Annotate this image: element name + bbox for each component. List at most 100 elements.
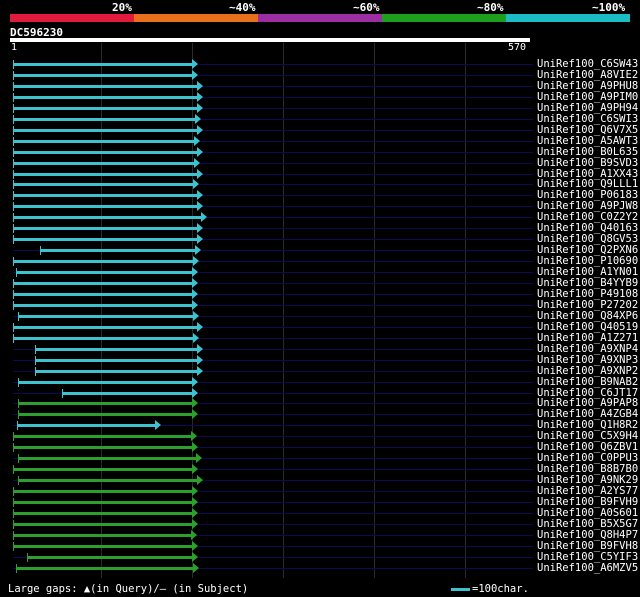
hit-alignment-bar[interactable] xyxy=(26,555,194,559)
hit-alignment-bar[interactable] xyxy=(13,139,196,143)
hit-start-cap xyxy=(34,355,36,365)
hit-arrow-icon xyxy=(196,91,203,102)
hit-start-cap xyxy=(13,322,14,332)
hit-alignment-bar[interactable] xyxy=(13,336,195,340)
hit-row[interactable]: UniRef100_B0L635 xyxy=(0,146,640,158)
hit-start-cap xyxy=(18,454,20,464)
hit-arrow-icon xyxy=(196,80,203,91)
hit-label[interactable]: UniRef100_B9NAB2 xyxy=(537,376,638,388)
hit-alignment-bar[interactable] xyxy=(34,358,198,362)
hit-arrow-icon xyxy=(196,168,203,179)
hit-row[interactable]: UniRef100_A6MZV5 xyxy=(0,562,640,574)
hit-start-cap xyxy=(18,476,20,486)
hit-alignment-bar[interactable] xyxy=(13,73,194,77)
hit-arrow-icon xyxy=(192,267,199,278)
hit-alignment-bar[interactable] xyxy=(34,369,198,373)
hit-start-cap xyxy=(13,432,14,442)
hit-alignment-bar[interactable] xyxy=(13,183,195,187)
hit-arrow-icon xyxy=(192,540,199,551)
hit-alignment-bar[interactable] xyxy=(18,457,197,461)
hit-alignment-bar[interactable] xyxy=(13,216,203,220)
hit-start-cap xyxy=(13,81,14,91)
hit-alignment-bar[interactable] xyxy=(18,380,194,384)
hit-alignment-bar[interactable] xyxy=(62,391,194,395)
footer-gap-legend: Large gaps: ▲(in Query)/— (in Subject) xyxy=(8,583,249,595)
hit-alignment-bar[interactable] xyxy=(13,303,194,307)
hit-alignment-bar[interactable] xyxy=(13,490,194,494)
hit-arrow-icon xyxy=(192,486,199,497)
hit-start-cap xyxy=(13,70,14,80)
hit-row[interactable]: UniRef100_A9XNP3 xyxy=(0,354,640,366)
hit-start-cap xyxy=(13,257,14,267)
hit-alignment-bar[interactable] xyxy=(13,501,194,504)
hit-arrow-icon xyxy=(196,475,203,486)
hit-alignment-bar[interactable] xyxy=(18,479,198,483)
hit-alignment-bar[interactable] xyxy=(13,260,195,264)
hit-alignment-bar[interactable] xyxy=(13,172,198,176)
hit-arrow-icon xyxy=(192,398,199,409)
hit-alignment-bar[interactable] xyxy=(13,238,198,242)
hit-row[interactable]: UniRef100_A9XNP2 xyxy=(0,365,640,377)
hit-alignment-bar[interactable] xyxy=(18,413,194,417)
hit-alignment-bar[interactable] xyxy=(15,271,194,275)
hit-alignment-bar[interactable] xyxy=(40,249,196,253)
hit-label[interactable]: UniRef100_A9XNP3 xyxy=(537,354,638,366)
hit-start-cap xyxy=(18,399,20,409)
hit-row[interactable]: UniRef100_B9NAB2 xyxy=(0,376,640,388)
hit-start-cap xyxy=(13,487,14,497)
hit-alignment-bar[interactable] xyxy=(13,106,198,110)
hit-alignment-bar[interactable] xyxy=(13,522,194,526)
hit-arrow-icon xyxy=(192,551,199,562)
hit-alignment-bar[interactable] xyxy=(13,205,198,209)
hit-alignment-bar[interactable] xyxy=(13,533,193,537)
hit-alignment-bar[interactable] xyxy=(13,117,196,121)
scale-segment-100 xyxy=(506,14,630,22)
hit-arrow-icon xyxy=(192,299,199,310)
hit-arrow-icon xyxy=(194,245,201,256)
hit-arrow-icon xyxy=(196,365,203,376)
hit-alignment-bar[interactable] xyxy=(13,63,194,66)
hit-alignment-bar[interactable] xyxy=(13,544,194,548)
hit-row[interactable]: UniRef100_B9SVD3 xyxy=(0,157,640,169)
hit-alignment-bar[interactable] xyxy=(13,227,198,231)
hit-arrow-icon xyxy=(194,113,201,124)
hit-label[interactable]: UniRef100_A9XNP2 xyxy=(537,365,638,377)
hit-start-cap xyxy=(15,563,17,573)
hit-alignment-bar[interactable] xyxy=(13,150,198,154)
hit-arrow-icon xyxy=(193,179,200,190)
hit-alignment-bar[interactable] xyxy=(13,84,198,88)
hit-start-cap xyxy=(26,552,28,562)
hit-alignment-bar[interactable] xyxy=(16,424,156,428)
hit-alignment-bar[interactable] xyxy=(13,446,194,450)
hit-arrow-icon xyxy=(194,135,201,146)
hit-alignment-bar[interactable] xyxy=(13,194,198,198)
hit-label[interactable]: UniRef100_B0L635 xyxy=(537,146,638,158)
hit-row[interactable]: UniRef100_A5AWT3 xyxy=(0,135,640,147)
hit-alignment-bar[interactable] xyxy=(13,161,196,165)
scale-label-60: ~60% xyxy=(353,1,380,14)
hit-arrow-icon xyxy=(194,157,201,168)
hit-alignment-bar[interactable] xyxy=(13,95,198,99)
hit-arrow-icon xyxy=(192,518,199,529)
hit-arrow-icon xyxy=(192,288,199,299)
hit-label[interactable]: UniRef100_B9SVD3 xyxy=(537,157,638,169)
hit-alignment-bar[interactable] xyxy=(13,325,198,329)
hit-alignment-bar[interactable] xyxy=(34,347,198,351)
hit-alignment-bar[interactable] xyxy=(13,282,194,285)
hit-alignment-bar[interactable] xyxy=(13,128,198,132)
hit-alignment-bar[interactable] xyxy=(18,314,195,318)
hit-arrow-icon xyxy=(191,431,198,442)
hit-label[interactable]: UniRef100_A5AWT3 xyxy=(537,135,638,147)
hit-alignment-bar[interactable] xyxy=(18,402,194,406)
hit-alignment-bar[interactable] xyxy=(13,468,194,472)
hit-label[interactable]: UniRef100_A6MZV5 xyxy=(537,562,638,574)
hit-alignment-bar[interactable] xyxy=(13,435,193,439)
hit-alignment-bar[interactable] xyxy=(13,292,194,296)
hit-start-cap xyxy=(13,235,14,245)
hit-start-cap xyxy=(13,158,14,168)
hit-alignment-bar[interactable] xyxy=(13,511,194,515)
hit-arrow-icon xyxy=(192,409,199,420)
hit-start-cap xyxy=(13,289,14,299)
hit-start-cap xyxy=(13,191,14,201)
hit-alignment-bar[interactable] xyxy=(15,566,195,570)
